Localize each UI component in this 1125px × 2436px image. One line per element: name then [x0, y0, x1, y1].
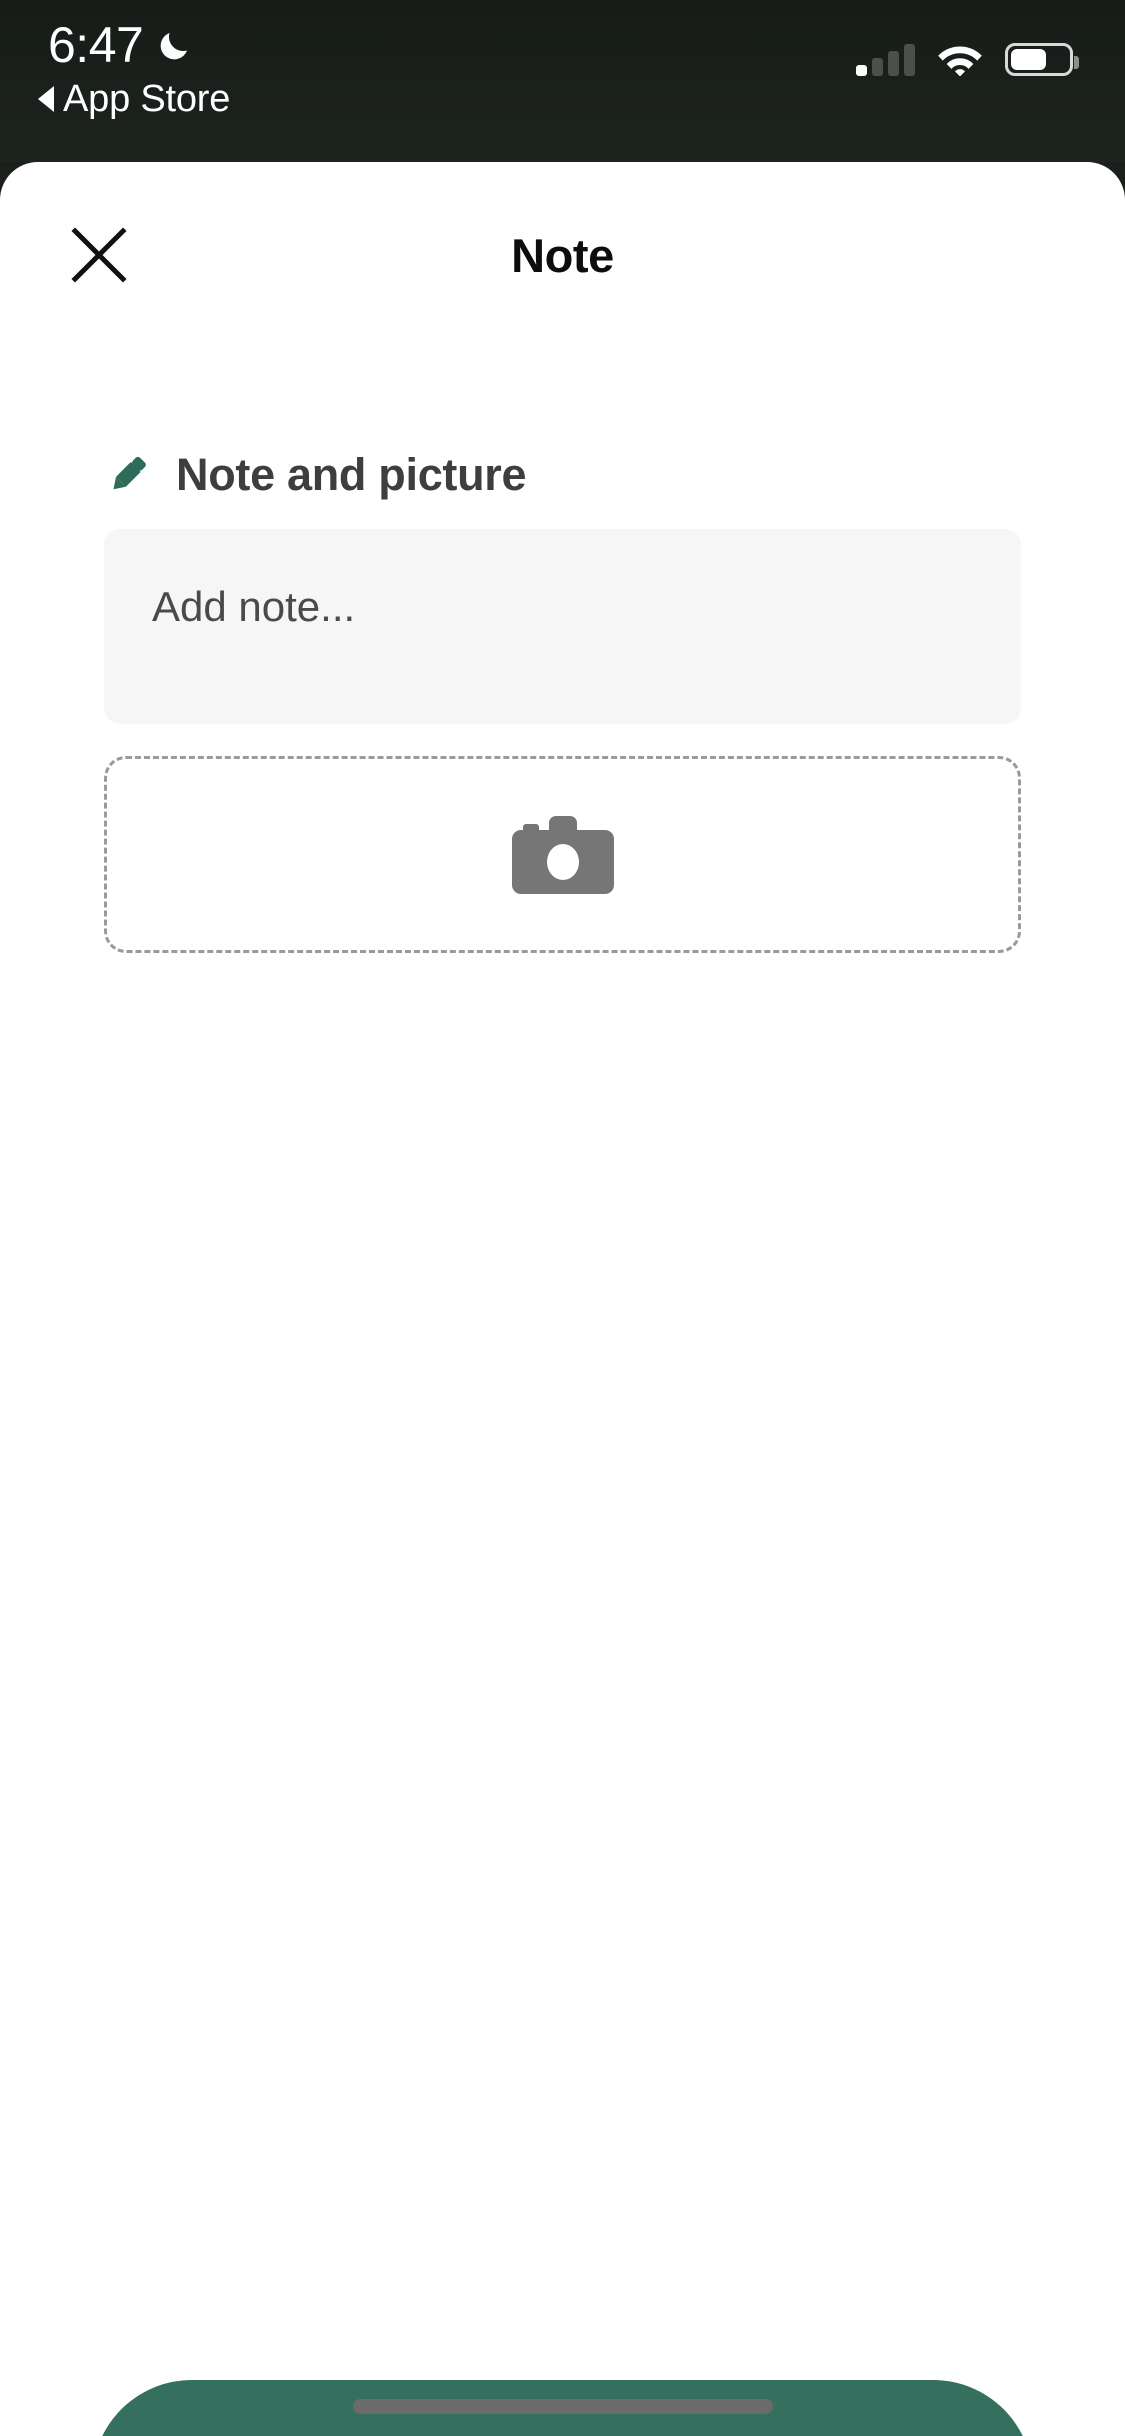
note-modal-sheet: Note Note and picture Save — [0, 162, 1125, 2436]
note-and-picture-heading: Note and picture — [104, 448, 527, 500]
page-title: Note — [511, 229, 614, 282]
add-picture-dropzone[interactable] — [104, 756, 1021, 953]
wifi-icon — [938, 46, 982, 76]
home-indicator[interactable] — [352, 2399, 773, 2414]
camera-icon — [511, 815, 614, 894]
phone-screen: 6:47 App Store Note Note and picture Add… — [0, 0, 1125, 2436]
battery-icon — [1005, 43, 1079, 76]
cellular-signal-icon — [856, 44, 915, 76]
back-label: App Store — [63, 78, 231, 120]
moon-icon — [160, 33, 188, 60]
pencil-icon — [113, 456, 146, 490]
status-bar: 6:47 App Store — [0, 0, 1125, 162]
back-triangle-icon — [38, 86, 54, 112]
status-icons-group — [856, 36, 1079, 76]
sheet-header: Note — [0, 162, 1125, 312]
status-time-group: 6:47 — [48, 20, 193, 70]
note-input[interactable] — [104, 529, 1021, 724]
battery-fill — [1011, 49, 1047, 70]
back-to-app-store-button[interactable]: App Store — [38, 80, 230, 118]
status-time: 6:47 — [48, 17, 144, 73]
section-title: Note and picture — [176, 448, 527, 500]
